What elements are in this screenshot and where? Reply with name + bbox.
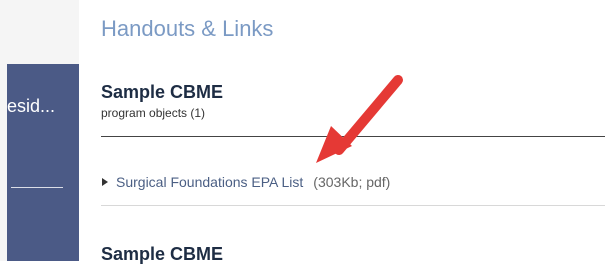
arrow-head xyxy=(316,126,352,163)
sidebar-item-label[interactable]: esid... xyxy=(7,96,55,117)
block-subtitle: program objects (1) xyxy=(101,106,206,120)
section-divider xyxy=(101,136,605,137)
caret-right-icon xyxy=(102,178,108,186)
row-divider xyxy=(101,205,605,206)
handout-link[interactable]: Surgical Foundations EPA List xyxy=(116,174,303,190)
annotation-arrow-icon xyxy=(316,75,403,163)
sidebar-divider xyxy=(11,187,63,188)
handout-link-row[interactable]: Surgical Foundations EPA List (303Kb; pd… xyxy=(102,174,390,190)
block-title-2: Sample CBME xyxy=(101,244,224,264)
sidebar-nav: esid... xyxy=(7,64,79,261)
arrow-shaft xyxy=(334,75,403,155)
section-title: Handouts & Links xyxy=(101,16,274,41)
block-title-1: Sample CBME xyxy=(101,82,224,102)
file-meta: (303Kb; pdf) xyxy=(313,174,391,190)
